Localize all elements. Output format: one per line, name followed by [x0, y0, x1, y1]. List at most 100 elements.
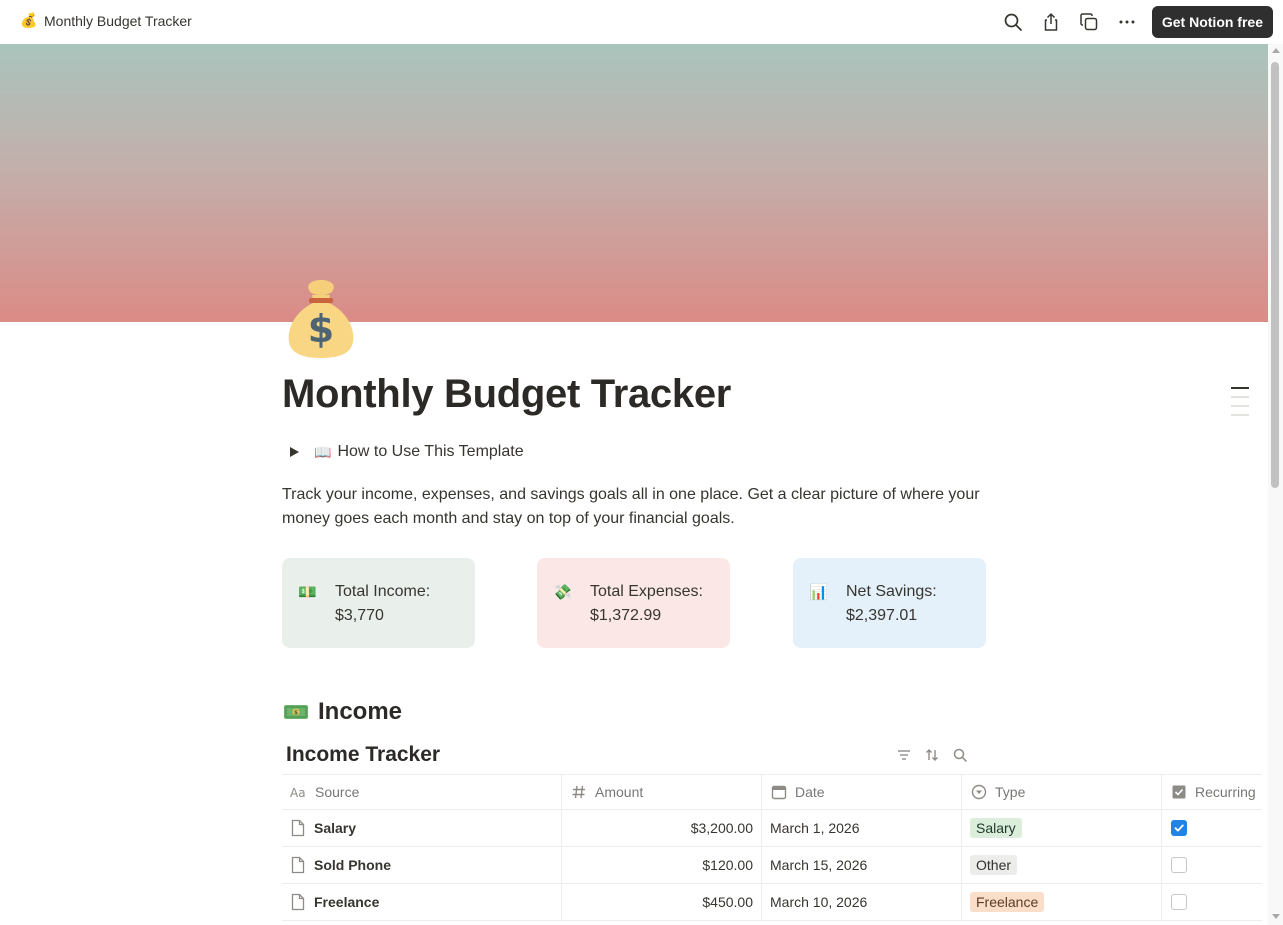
recurring-cell[interactable]: [1162, 884, 1262, 920]
total-expenses-callout: 💸 Total Expenses: $1,372.99: [537, 558, 730, 648]
top-bar: 💰 Monthly Budget Tracker Get Notion free: [0, 0, 1283, 44]
page-description: Track your income, expenses, and savings…: [282, 486, 980, 527]
toc-line[interactable]: [1231, 405, 1249, 407]
toc-line[interactable]: [1231, 387, 1249, 389]
duplicate-button[interactable]: [1070, 6, 1108, 38]
get-notion-free-button[interactable]: Get Notion free: [1151, 6, 1273, 38]
page-icon: [291, 819, 305, 837]
column-header-label: Amount: [595, 784, 644, 800]
page-icon: [291, 893, 305, 911]
recurring-checkbox[interactable]: [1171, 820, 1187, 836]
column-header-label: Type: [995, 784, 1026, 800]
toggle-arrow-icon[interactable]: [290, 447, 299, 457]
type-cell[interactable]: Freelance: [962, 884, 1162, 920]
sort-icon: [926, 749, 938, 761]
callout-value: $2,397.01: [846, 607, 918, 624]
search-icon: [1004, 13, 1022, 31]
toc-line[interactable]: [1231, 414, 1249, 416]
more-button[interactable]: [1108, 6, 1146, 38]
type-cell[interactable]: Salary: [962, 810, 1162, 846]
type-tag: Salary: [970, 818, 1022, 838]
checkmark-icon: [1174, 824, 1184, 832]
scrollbar[interactable]: [1268, 44, 1283, 925]
share-icon: [1044, 13, 1058, 31]
income-heading[interactable]: $ Income: [283, 698, 402, 726]
database-search-button[interactable]: [950, 745, 970, 765]
column-header-amount[interactable]: Amount: [562, 775, 762, 809]
income-table: Aa Source Amount Date Type Recurring Sal…: [282, 774, 1262, 921]
breadcrumb[interactable]: 💰 Monthly Budget Tracker: [20, 12, 192, 29]
column-header-date[interactable]: Date: [762, 775, 962, 809]
duplicate-icon: [1080, 13, 1098, 31]
source-cell[interactable]: Sold Phone: [282, 847, 562, 883]
more-icon: [1119, 20, 1135, 24]
date-cell[interactable]: March 1, 2026: [762, 810, 962, 846]
amount-cell[interactable]: $3,200.00: [562, 810, 762, 846]
row-title[interactable]: Sold Phone: [314, 857, 391, 873]
database-toolbar: [894, 745, 970, 765]
search-icon: [953, 748, 967, 762]
column-header-label: Date: [795, 784, 825, 800]
select-property-icon: [970, 784, 988, 800]
database-title[interactable]: Income Tracker: [286, 743, 440, 767]
callout-label: Total Income:: [335, 583, 431, 600]
number-property-icon: [570, 784, 588, 800]
column-header-label: Source: [315, 784, 360, 800]
recurring-cell[interactable]: [1162, 810, 1262, 846]
scroll-down-icon[interactable]: [1272, 914, 1280, 919]
table-row[interactable]: Sold Phone $120.00 March 15, 2026 Other: [282, 847, 1262, 884]
scrollbar-thumb[interactable]: [1271, 62, 1279, 488]
total-income-callout: 💵 Total Income: $3,770: [282, 558, 475, 648]
text-property-icon: Aa: [290, 784, 308, 800]
table-row[interactable]: Freelance $450.00 March 10, 2026 Freelan…: [282, 884, 1262, 921]
svg-text:$: $: [294, 710, 298, 717]
sort-button[interactable]: [922, 745, 942, 765]
topbar-actions: Get Notion free: [994, 6, 1273, 38]
type-cell[interactable]: Other: [962, 847, 1162, 883]
toc-line[interactable]: [1231, 396, 1249, 398]
recurring-cell[interactable]: [1162, 847, 1262, 883]
callout-label: Total Expenses:: [590, 583, 703, 600]
dollar-banknote-icon: $: [284, 705, 308, 719]
amount-cell[interactable]: $120.00: [562, 847, 762, 883]
recurring-checkbox[interactable]: [1171, 857, 1187, 873]
row-title[interactable]: Freelance: [314, 894, 379, 910]
open-book-icon: 📖: [314, 443, 332, 460]
scroll-up-icon[interactable]: [1272, 48, 1280, 53]
share-button[interactable]: [1032, 6, 1070, 38]
recurring-checkbox[interactable]: [1171, 894, 1187, 910]
date-cell[interactable]: March 10, 2026: [762, 884, 962, 920]
table-header-row: Aa Source Amount Date Type Recurring: [282, 774, 1262, 810]
dollar-banknote-icon: 💵: [298, 584, 317, 601]
amount-cell[interactable]: $450.00: [562, 884, 762, 920]
money-bag-icon: 💰: [20, 12, 38, 28]
callout-value: $3,770: [335, 607, 384, 624]
page-icon: [291, 856, 305, 874]
table-row[interactable]: Salary $3,200.00 March 1, 2026 Salary: [282, 810, 1262, 847]
page-cover: [0, 44, 1268, 322]
bar-chart-icon: 📊: [809, 584, 828, 601]
svg-text:$: $: [308, 307, 334, 351]
date-cell[interactable]: March 15, 2026: [762, 847, 962, 883]
callout-value: $1,372.99: [590, 607, 662, 624]
column-header-recurring[interactable]: Recurring: [1162, 775, 1262, 809]
money-bag-icon[interactable]: $: [282, 276, 360, 360]
source-cell[interactable]: Salary: [282, 810, 562, 846]
source-cell[interactable]: Freelance: [282, 884, 562, 920]
calendar-icon: [770, 784, 788, 800]
net-savings-callout: 📊 Net Savings: $2,397.01: [793, 558, 986, 648]
heading-text: Income: [318, 698, 403, 725]
row-title[interactable]: Salary: [314, 820, 356, 836]
table-of-contents-mini[interactable]: [1231, 387, 1249, 423]
filter-button[interactable]: [894, 745, 914, 765]
search-button[interactable]: [994, 6, 1032, 38]
how-to-use-toggle[interactable]: 📖 How to Use This Template: [288, 443, 524, 461]
page-title[interactable]: Monthly Budget Tracker: [282, 372, 731, 417]
column-header-type[interactable]: Type: [962, 775, 1162, 809]
checkbox-property-icon: [1170, 784, 1188, 800]
column-header-source[interactable]: Aa Source: [282, 775, 562, 809]
column-header-label: Recurring: [1195, 784, 1256, 800]
filter-icon: [898, 750, 910, 760]
type-tag: Freelance: [970, 892, 1045, 912]
callout-label: Net Savings:: [846, 583, 937, 600]
